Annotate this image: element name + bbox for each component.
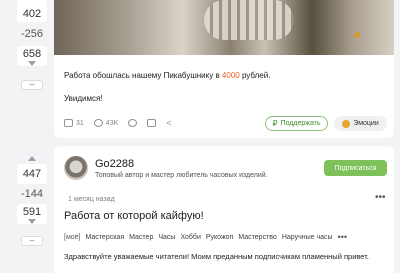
ruble-icon: ₽ bbox=[272, 119, 278, 128]
tag[interactable]: Хобби bbox=[180, 234, 200, 241]
support-label: Поддержать bbox=[280, 120, 321, 127]
emotions-button[interactable]: Эмоции bbox=[334, 116, 387, 131]
rating-total: 447 bbox=[22, 168, 42, 180]
rating-more-button[interactable]: – bbox=[21, 80, 43, 90]
arrow-down-icon bbox=[28, 60, 36, 66]
post-paragraph: Здравствуйте уважаемые читатели! Моим пр… bbox=[64, 252, 369, 261]
post-image[interactable] bbox=[54, 0, 394, 55]
tag[interactable]: [моё] bbox=[64, 234, 81, 241]
rating-more-label: – bbox=[29, 80, 35, 89]
rating-down-count: -256 bbox=[20, 28, 44, 40]
rating-more-label: – bbox=[29, 236, 35, 245]
post-title[interactable]: Работа от которой кайфую! bbox=[64, 210, 204, 222]
rating-column: 402 -256 658 – 447 -144 591 – bbox=[0, 0, 50, 273]
arrow-down-icon bbox=[28, 218, 36, 224]
tag[interactable]: Мастерство bbox=[238, 234, 276, 241]
save-button[interactable] bbox=[147, 119, 157, 127]
author-name[interactable]: Go2288 bbox=[95, 158, 134, 170]
paragraph-text: рублей. bbox=[239, 71, 271, 80]
views-count: 43K bbox=[105, 119, 119, 127]
author-description: Топовый автор и мастер любитель часовых … bbox=[95, 172, 268, 179]
share-button[interactable]: < bbox=[166, 118, 171, 128]
rate-down-button[interactable]: 591 bbox=[17, 204, 47, 224]
arrow-up-icon[interactable] bbox=[28, 156, 36, 161]
rating-up-count: 591 bbox=[22, 205, 42, 218]
paragraph-text: Работа обошлась нашему Пикабушнику в bbox=[64, 71, 222, 80]
tag[interactable]: Часы bbox=[158, 234, 175, 241]
share-icon: < bbox=[166, 118, 172, 128]
rating-block-post2: 447 -144 591 – bbox=[17, 156, 47, 246]
rating-up-count: 658 bbox=[22, 47, 42, 60]
rating-more-button[interactable]: – bbox=[21, 236, 43, 246]
subscribe-button[interactable]: Подписаться bbox=[324, 160, 387, 176]
rate-up-button[interactable]: 402 bbox=[17, 0, 47, 22]
post-paragraph: Увидимся! bbox=[64, 94, 103, 103]
jewel-image bbox=[354, 32, 360, 38]
eye-icon bbox=[93, 119, 103, 127]
more-options-icon[interactable]: ••• bbox=[375, 192, 386, 203]
rating-block-post1: 402 -256 658 – bbox=[17, 0, 47, 90]
timer-button[interactable] bbox=[128, 119, 138, 127]
tag-list: [моё] Мастерская Мастер Часы Хобби Рукож… bbox=[64, 233, 347, 242]
post-card-1: Работа обошлась нашему Пикабушнику в 400… bbox=[54, 0, 394, 138]
rate-down-button[interactable]: 658 bbox=[17, 46, 47, 66]
post-time: 1 месяц назад bbox=[68, 196, 115, 203]
post-card-2: Go2288 Топовый автор и мастер любитель ч… bbox=[54, 146, 394, 273]
rate-up-button[interactable]: 447 bbox=[17, 164, 47, 184]
comments-count: 31 bbox=[76, 119, 84, 127]
tag[interactable]: Наручные часы bbox=[282, 234, 333, 241]
tag[interactable]: Мастер bbox=[129, 234, 153, 241]
rating-total: 402 bbox=[22, 8, 42, 20]
bookmark-icon bbox=[147, 119, 157, 127]
highlighted-amount: 4000 bbox=[221, 71, 240, 80]
support-button[interactable]: ₽ Поддержать bbox=[265, 116, 328, 131]
watch-bracelet-image bbox=[204, 0, 294, 40]
emoji-icon bbox=[342, 119, 351, 128]
emotions-label: Эмоции bbox=[353, 120, 379, 127]
views-counter: 43K bbox=[93, 119, 119, 127]
comments-button[interactable]: 31 bbox=[64, 119, 84, 127]
tags-more-icon[interactable]: ••• bbox=[338, 233, 347, 242]
comment-icon bbox=[64, 119, 73, 127]
tag[interactable]: Мастерская bbox=[86, 234, 125, 241]
avatar[interactable] bbox=[64, 156, 88, 180]
post-paragraph: Работа обошлась нашему Пикабушнику в 400… bbox=[64, 71, 270, 80]
subscribe-label: Подписаться bbox=[334, 164, 377, 172]
clock-icon bbox=[128, 119, 138, 127]
rating-down-count: -144 bbox=[20, 188, 44, 200]
tag[interactable]: Рукожоп bbox=[206, 234, 234, 241]
post-footer: 31 43K < bbox=[64, 118, 172, 128]
